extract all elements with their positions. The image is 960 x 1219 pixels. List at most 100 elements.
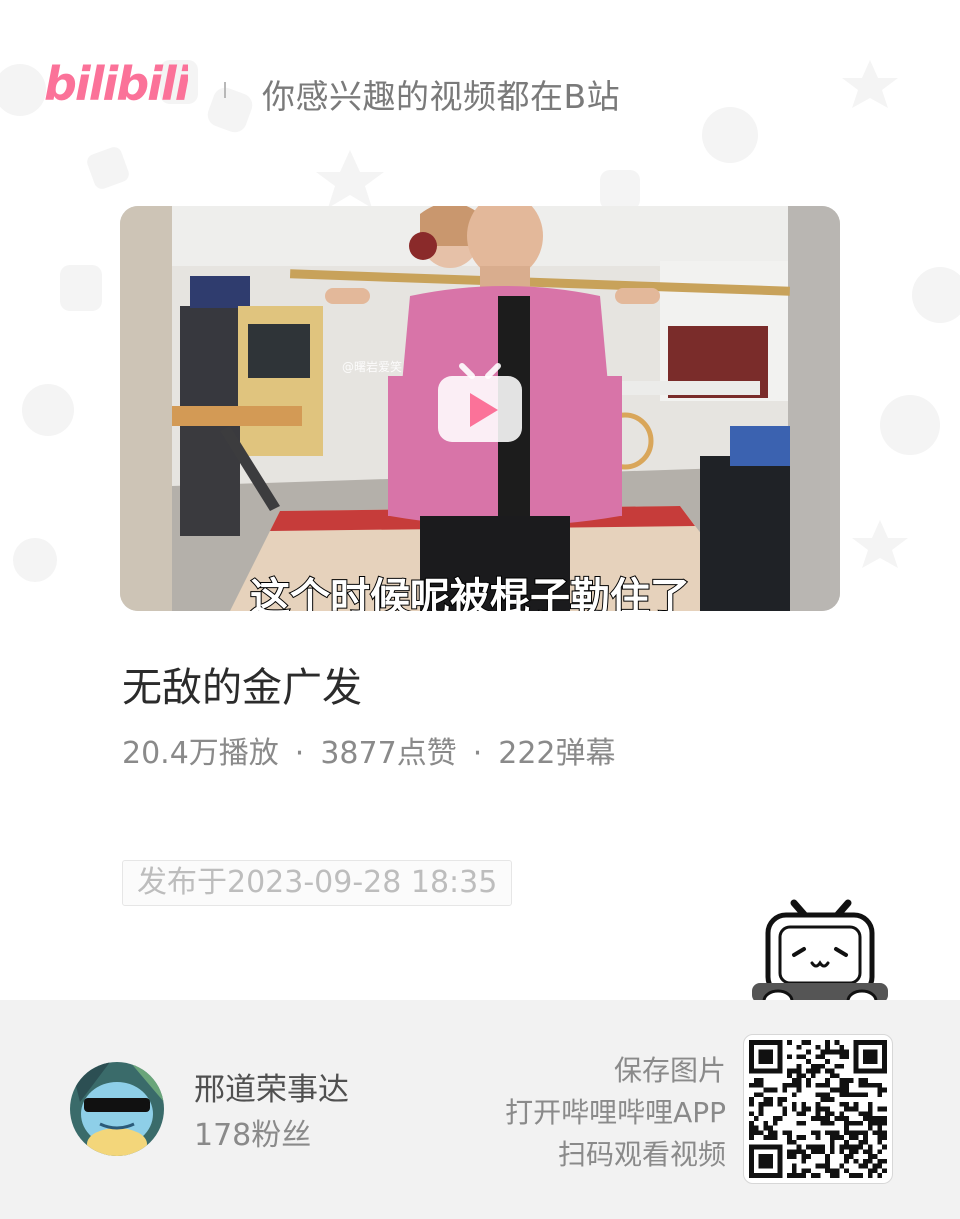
qr-module — [801, 1101, 807, 1107]
bilibili-logo[interactable]: bilibili — [44, 44, 188, 110]
qr-module — [791, 1068, 797, 1074]
qr-module — [839, 1044, 845, 1050]
qr-module — [863, 1130, 868, 1136]
qr-module — [772, 1068, 778, 1074]
qr-module — [796, 1068, 802, 1074]
qr-module — [815, 1101, 821, 1107]
qr-module — [758, 1082, 764, 1088]
qr-module — [749, 1059, 754, 1064]
qr-module — [839, 1078, 845, 1083]
qr-module — [791, 1154, 797, 1159]
qr-module — [867, 1059, 873, 1064]
qr-module — [749, 1054, 754, 1060]
qr-module — [834, 1087, 840, 1093]
qr-module — [829, 1111, 835, 1117]
qr-module — [853, 1158, 859, 1164]
qr-module — [749, 1068, 754, 1074]
qr-module — [877, 1158, 883, 1164]
qr-module — [806, 1154, 811, 1159]
qr-module — [791, 1173, 797, 1178]
qr-module — [839, 1163, 845, 1169]
qr-module — [829, 1120, 835, 1126]
qr-module — [749, 1154, 754, 1159]
qr-module — [867, 1154, 873, 1159]
qr-module — [863, 1059, 868, 1064]
play-icon[interactable] — [436, 360, 524, 448]
qr-module — [791, 1082, 797, 1088]
qr-module — [758, 1049, 764, 1055]
qr-module — [768, 1163, 773, 1169]
qr-module — [777, 1068, 783, 1074]
qr-module — [820, 1092, 826, 1098]
qr-module — [825, 1059, 830, 1064]
qr-module — [796, 1135, 802, 1140]
qr-module — [768, 1049, 773, 1055]
qr-module — [872, 1116, 878, 1121]
qr-module — [839, 1135, 845, 1140]
header: bilibili 你感兴趣的视频都在B站 — [0, 0, 960, 180]
qr-module — [806, 1168, 811, 1174]
qr-module — [882, 1044, 887, 1050]
qr-module — [867, 1116, 873, 1121]
qr-module — [863, 1078, 868, 1083]
qr-module — [791, 1139, 797, 1145]
qr-module — [758, 1101, 764, 1107]
qr-module — [768, 1173, 773, 1178]
qr-module — [772, 1144, 778, 1150]
qr-module — [782, 1082, 788, 1088]
avatar[interactable] — [70, 1062, 164, 1156]
qr-module — [877, 1040, 883, 1045]
video-thumbnail[interactable]: @曙岩爱笑 这个时候呢被棍子勒住了 — [120, 206, 840, 611]
qr-module — [768, 1135, 773, 1140]
qr-module — [777, 1163, 783, 1169]
avatar-icon — [70, 1062, 164, 1156]
qr-module — [844, 1154, 849, 1159]
qr-module — [882, 1054, 887, 1060]
qr-module — [872, 1154, 878, 1159]
qr-module — [844, 1158, 849, 1164]
qr-module — [768, 1068, 773, 1074]
qr-module — [853, 1063, 859, 1069]
qr-module — [810, 1173, 816, 1178]
qr-module — [758, 1106, 764, 1112]
qr-module — [825, 1168, 830, 1174]
qr-module — [810, 1068, 816, 1074]
uploader-name[interactable]: 邢道荣事达 — [194, 1064, 349, 1109]
qr-module — [844, 1116, 849, 1121]
qr-module — [763, 1059, 769, 1064]
qr-module — [834, 1073, 840, 1079]
qr-module — [815, 1082, 821, 1088]
qr-module — [777, 1063, 783, 1069]
qr-module — [853, 1040, 859, 1045]
qr-module — [882, 1063, 887, 1069]
qr-module — [749, 1163, 754, 1169]
qr-module — [758, 1173, 764, 1178]
qr-module — [867, 1082, 873, 1088]
qr-module — [853, 1049, 859, 1055]
qr-module — [796, 1149, 802, 1155]
qr-module — [825, 1154, 830, 1159]
qr-module — [834, 1049, 840, 1055]
qr-module — [882, 1059, 887, 1064]
qr-module — [877, 1149, 883, 1155]
qr-code[interactable] — [743, 1034, 893, 1184]
qr-module — [848, 1154, 854, 1159]
qr-module — [753, 1082, 759, 1088]
qr-module — [853, 1130, 859, 1136]
qr-module — [867, 1168, 873, 1174]
qr-module — [839, 1144, 845, 1150]
qr-module — [753, 1130, 759, 1136]
qr-module — [844, 1139, 849, 1145]
qr-module — [853, 1135, 859, 1140]
qr-module — [763, 1144, 769, 1150]
qr-module — [815, 1063, 821, 1069]
qr-module — [815, 1068, 821, 1074]
qr-module — [839, 1049, 845, 1055]
qr-module — [749, 1111, 754, 1117]
qr-module — [749, 1173, 754, 1178]
qr-module — [791, 1168, 797, 1174]
qr-module — [825, 1068, 830, 1074]
qr-module — [877, 1068, 883, 1074]
qr-module — [848, 1078, 854, 1083]
qr-module — [829, 1068, 835, 1074]
